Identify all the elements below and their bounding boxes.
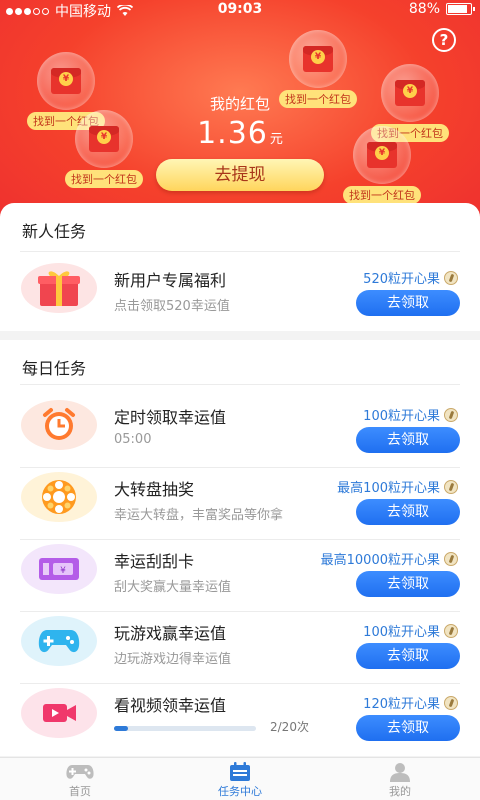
pistachio-icon [444, 623, 458, 638]
alarm-clock-icon [21, 400, 97, 450]
task-desc: 幸运大转盘，丰富奖品等你拿 [114, 508, 284, 523]
task-name: 幸运刮刮卡 [114, 552, 195, 571]
task-name: 玩游戏赢幸运值 [114, 624, 227, 643]
wallet-amount: 1.36 元 [0, 116, 480, 151]
tab-task-center[interactable]: 任务中心 [160, 758, 320, 800]
task-reward: 100粒开心果 [363, 621, 458, 640]
task-reward: 520粒开心果 [363, 268, 458, 287]
calendar-tab-icon [160, 762, 320, 782]
battery-icon [446, 3, 475, 15]
task-reward: 100粒开心果 [363, 405, 458, 424]
tab-home[interactable]: 首页 [0, 758, 160, 800]
task-name: 新用户专属福利 [114, 271, 227, 290]
section-title: 新人任务 [22, 222, 87, 241]
pistachio-icon [444, 479, 458, 494]
task-name: 定时领取幸运值 [114, 408, 227, 427]
withdraw-button[interactable]: 去提现 [156, 159, 324, 191]
packet-label: 找到一个红包 [343, 186, 421, 204]
claim-button[interactable]: 去领取 [356, 715, 460, 741]
task-row[interactable]: 玩游戏赢幸运值 边玩游戏边得幸运值 100粒开心果 去领取 [0, 610, 480, 680]
claim-button[interactable]: 去领取 [356, 427, 460, 453]
task-reward: 最高100粒开心果 [337, 477, 458, 496]
task-desc: 05:00 [114, 432, 152, 447]
video-icon [21, 688, 97, 738]
person-tab-icon [320, 762, 480, 782]
claim-button[interactable]: 去领取 [356, 571, 460, 597]
task-row[interactable]: 看视频领幸运值 2/20次 120粒开心果 去领取 [0, 682, 480, 752]
task-desc: 边玩游戏边得幸运值 [114, 652, 232, 667]
task-name: 大转盘抽奖 [114, 480, 195, 499]
bottom-tab-bar: 首页 任务中心 我的 [0, 757, 480, 800]
video-progress-bar [114, 726, 256, 731]
video-progress-text: 2/20次 [270, 720, 309, 734]
task-desc: 刮大奖赢大量幸运值 [114, 580, 232, 595]
task-reward: 最高10000粒开心果 [321, 549, 458, 568]
wallet-header: 中国移动 09:03 88% ? ¥ 找到一个红包 ¥ 找到一个红包 ¥ 找到一… [0, 0, 480, 230]
wheel-icon [21, 472, 97, 522]
pistachio-icon [444, 270, 458, 285]
pistachio-icon [444, 695, 458, 710]
task-reward: 120粒开心果 [363, 693, 458, 712]
packet-label: 找到一个红包 [65, 170, 143, 188]
gamepad-icon [21, 616, 97, 666]
task-row[interactable]: ¥ 幸运刮刮卡 刮大奖赢大量幸运值 最高10000粒开心果 去领取 [0, 538, 480, 608]
gift-icon [21, 263, 97, 313]
tab-label: 首页 [69, 785, 91, 798]
pistachio-icon [444, 407, 458, 422]
task-desc: 点击领取520幸运值 [114, 299, 230, 314]
help-icon[interactable]: ? [432, 28, 456, 52]
task-row[interactable]: 大转盘抽奖 幸运大转盘，丰富奖品等你拿 最高100粒开心果 去领取 [0, 466, 480, 536]
claim-button[interactable]: 去领取 [356, 499, 460, 525]
tab-label: 任务中心 [218, 785, 262, 798]
status-bar: 中国移动 09:03 88% [0, 0, 480, 20]
new-user-section: 新人任务 新用户专属福利 点击领取520幸运值 520粒开心果 去领取 [0, 203, 480, 331]
svg-text:¥: ¥ [60, 566, 66, 576]
tab-label: 我的 [389, 785, 411, 798]
pistachio-icon [444, 551, 458, 566]
task-row[interactable]: 定时领取幸运值 05:00 100粒开心果 去领取 [0, 394, 480, 464]
amount-value: 1.36 [197, 116, 268, 151]
task-name: 看视频领幸运值 [114, 696, 227, 715]
claim-button[interactable]: 去领取 [356, 643, 460, 669]
claim-button[interactable]: 去领取 [356, 290, 460, 316]
section-title: 每日任务 [22, 359, 87, 378]
red-envelope-icon: ¥ [289, 30, 347, 88]
gamepad-tab-icon [0, 762, 160, 782]
task-row[interactable]: 新用户专属福利 点击领取520幸运值 520粒开心果 去领取 [0, 257, 480, 327]
battery-percent: 88% [408, 1, 440, 17]
tab-mine[interactable]: 我的 [320, 758, 480, 800]
daily-section: 每日任务 定时领取幸运值 05:00 100粒开心果 去领取 大转盘抽奖 幸运大… [0, 340, 480, 756]
amount-unit: 元 [269, 132, 283, 147]
scratch-card-icon: ¥ [21, 544, 97, 594]
